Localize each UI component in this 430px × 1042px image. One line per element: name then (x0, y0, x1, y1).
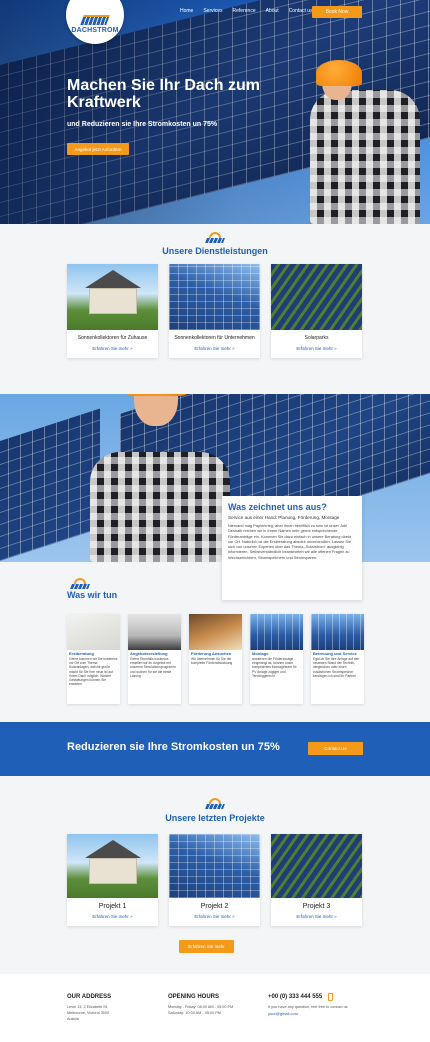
sun-panel-icon (204, 232, 226, 244)
step-text: Egal ob Sie Ihre Anlage auf den neuesten… (313, 657, 360, 678)
step-card-service[interactable]: Betreuung und Service Egal ob Sie Ihre A… (311, 614, 364, 704)
house-image (67, 264, 158, 330)
address-title: OUR ADDRESS (67, 994, 112, 1000)
service-card-title: Solarparks (304, 335, 329, 341)
main-nav: Home Services Reference About Contact us (180, 8, 313, 14)
why-subtitle: Service aus einer Hand: Planung, Förderu… (228, 515, 340, 520)
service-card-title: Sonnenkollektoren für Unternehmen (174, 335, 255, 341)
nav-contact[interactable]: Contact us (289, 8, 313, 14)
book-now-button[interactable]: Book Now (312, 6, 362, 18)
hours-title: OPENING HOURS (168, 994, 220, 1000)
hero-subtitle: und Reduzieren sie Ihre Stromkosten un 7… (67, 121, 218, 128)
address-line: Melbourne, Victoria 3000 (67, 1011, 110, 1015)
phone-note: If you have any question, feel free to c… (268, 1005, 348, 1009)
what-we-do-title: Was wir tun (67, 590, 118, 600)
nav-reference[interactable]: Reference (233, 8, 256, 14)
step-text: montieren die Förderzusage eingelangt is… (252, 657, 297, 678)
step-card-consultation[interactable]: Erstberatung Gerne kommen wir Sie kosten… (67, 614, 120, 704)
project-link[interactable]: Erfahren Sie mehr » (169, 914, 260, 919)
service-card-link[interactable]: Erfahren Sie mehr » (67, 346, 158, 351)
project-card-3[interactable]: Projekt 3 Erfahren Sie mehr » (271, 834, 362, 926)
address-line: Level 13, 2 Elizabeth St, (67, 1005, 108, 1009)
project-card-1[interactable]: Projekt 1 Erfahren Sie mehr » (67, 834, 158, 926)
phone-number[interactable]: +00 (0) 333 444 555 (268, 994, 322, 1000)
phone-icon (328, 993, 333, 1001)
hero-worker-image (290, 30, 430, 224)
money-image (189, 614, 242, 650)
project-link[interactable]: Erfahren Sie mehr » (271, 914, 362, 919)
contact-us-button[interactable]: Contact Us (308, 742, 363, 755)
service-card-business[interactable]: Sonnenkollektoren für Unternehmen Erfahr… (169, 264, 260, 358)
logo-text: DACHSTROM (71, 27, 119, 34)
service-card-solarparks[interactable]: Solarparks Erfahren Sie mehr » (271, 264, 362, 358)
service-card-link[interactable]: Erfahren Sie mehr » (169, 346, 260, 351)
project-link[interactable]: Erfahren Sie mehr » (67, 914, 158, 919)
step-card-installation[interactable]: Montage montieren die Förderzusage einge… (250, 614, 303, 704)
solar-field-image (271, 834, 362, 898)
project-title: Projekt 2 (200, 903, 229, 910)
step-title: Förderung Ansuchen (191, 651, 232, 656)
project-title: Projekt 1 (98, 903, 127, 910)
solar-logo-icon (80, 15, 110, 25)
sun-panel-icon (69, 578, 91, 590)
service-card-home[interactable]: Sonnenkollektoren für Zuhause Erfahren S… (67, 264, 158, 358)
service-card-link[interactable]: Erfahren Sie mehr » (271, 346, 362, 351)
address-line: Austria (67, 1017, 79, 1021)
step-title: Erstberatung (69, 651, 94, 656)
solar-field-image (271, 264, 362, 330)
projects-title: Unsere letzten Projekte (165, 813, 265, 823)
why-text: Niemand mag Papierkrieg, aber ihnen behi… (228, 523, 352, 560)
why-section-image (0, 394, 430, 562)
writing-image (67, 614, 120, 650)
step-title: Montage (252, 651, 269, 656)
hours-line: Monday - Friday: 08:00 AM - 05:00 PM (168, 1005, 234, 1009)
email-link[interactable]: your@gmail.com (268, 1011, 298, 1016)
step-title: Betreuung und Service (313, 651, 357, 656)
project-card-2[interactable]: Projekt 2 Erfahren Sie mehr » (169, 834, 260, 926)
panels-image (169, 264, 260, 330)
worker-image (90, 394, 230, 562)
service-card-title: Sonnenkollektoren für Zuhause (77, 335, 148, 341)
why-title: Was zeichnet uns aus? (228, 502, 327, 512)
more-projects-button[interactable]: Erfahren Sie mehr (179, 940, 234, 953)
laptop-image (128, 614, 181, 650)
nav-services[interactable]: Services (203, 8, 222, 14)
step-title: Angebotserstellung (130, 651, 168, 656)
banner-text: Reduzieren sie Ihre Stromkosten un 75% (67, 741, 280, 753)
step-text: Gerne kommen wir Sie kostenlos vor Ort z… (69, 657, 118, 687)
nav-home[interactable]: Home (180, 8, 193, 14)
services-title: Unsere Dienstleistungen (162, 246, 268, 256)
step-card-funding[interactable]: Förderung Ansuchen Wir übernehmen für Si… (189, 614, 242, 704)
panels-image (169, 834, 260, 898)
step-card-offer[interactable]: Angebotserstellung Gerne Ebenfalls koste… (128, 614, 181, 704)
project-title: Projekt 3 (302, 903, 331, 910)
hours-line: Saturday: 10:00 AM - 05:00 PM (168, 1011, 221, 1015)
hero-section (0, 0, 430, 224)
hero-title: Machen Sie Ihr Dach zum Kraftwerk (67, 77, 260, 111)
why-us-box: Was zeichnet uns aus? Service aus einer … (222, 496, 362, 600)
house-image (67, 834, 158, 898)
sun-panel-icon (204, 798, 226, 810)
hero-cta-button[interactable]: Angebot jetzt Anfordern (67, 143, 129, 155)
step-text: Wir übernehmen für Sie die komplette För… (191, 657, 233, 666)
step-text: Gerne Ebenfalls kostenlos erstellen wir … (130, 657, 176, 678)
roof-install-image (250, 614, 303, 650)
nav-about[interactable]: About (266, 8, 279, 14)
roof-service-image (311, 614, 364, 650)
